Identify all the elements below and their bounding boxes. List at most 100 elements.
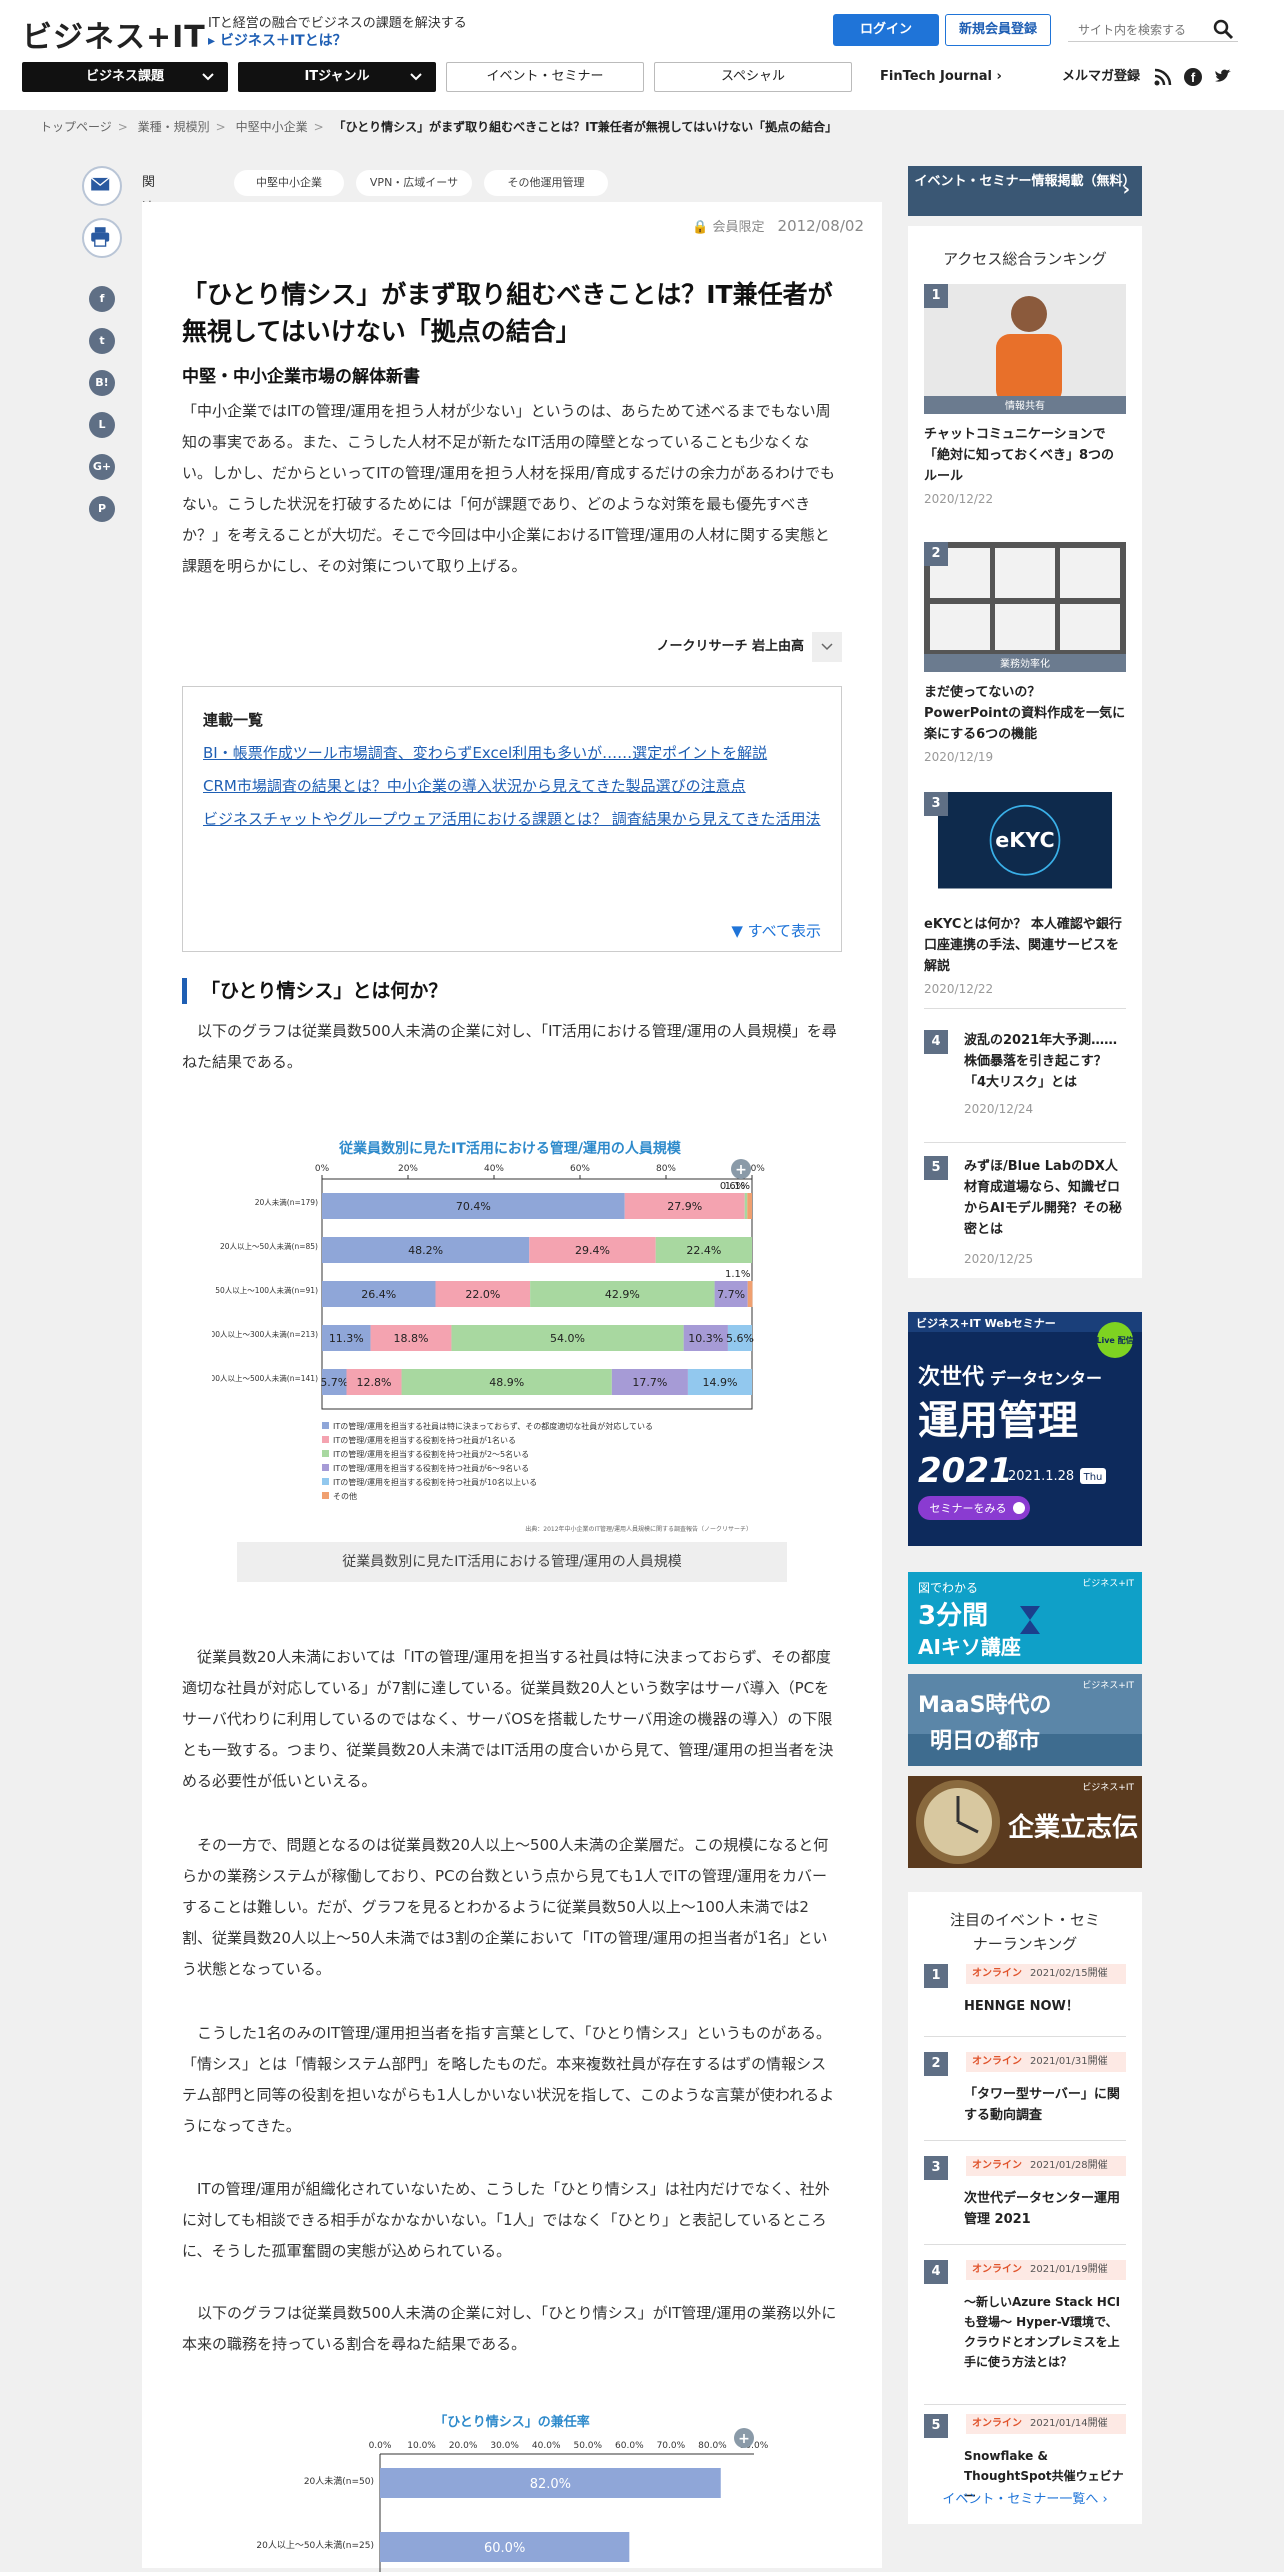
ranking-date: 2020/12/22 <box>924 492 994 506</box>
event-item[interactable]: 5 オンライン 2021/01/14開催 Snowflake & ThoughtS… <box>924 2414 1126 2503</box>
site-logo[interactable]: ビジネス+IT <box>22 12 206 56</box>
pocket-share-icon[interactable]: P <box>89 496 115 522</box>
legend-swatch <box>322 1436 329 1443</box>
login-button[interactable]: ログイン <box>833 14 939 46</box>
ranking-item[interactable]: eKYC 3 eKYCとは何か？ 本人確認や銀行口座連携の手法、関連サービスを解… <box>924 792 1126 1012</box>
zoom-icon-plus: + <box>738 2431 750 2447</box>
data-label: 1.1% <box>725 1269 750 1280</box>
article-body: 🔒 会員限定 2012/08/02 「ひとり情シス」がまず取り組むべきことは？I… <box>142 202 882 2572</box>
rank-number: 1 <box>924 1964 948 1988</box>
share-print-button[interactable] <box>82 218 122 258</box>
genre-tag[interactable]: その他運用管理 <box>484 170 608 196</box>
access-ranking: アクセス総合ランキング 情報共有 1 チャットコミュニケーションで「絶対に知って… <box>908 226 1142 1278</box>
breadcrumb-industry[interactable]: 業種・規模別 <box>138 120 210 134</box>
event-title: HENNGE NOW！ <box>964 1999 1079 2014</box>
ad-ai-brand: ビジネス+IT <box>1082 1578 1134 1589</box>
rank-number: 3 <box>924 792 948 816</box>
ranking-item[interactable]: 業務効率化 2 まだ使ってないの？ PowerPointの資料作成を一気に楽にす… <box>924 542 1126 764</box>
line-share-icon[interactable]: L <box>89 412 115 438</box>
data-label: 17.7% <box>632 1376 667 1389</box>
search-icon[interactable] <box>1212 18 1234 40</box>
rank-number: 5 <box>924 1156 948 1180</box>
nav-it-genre[interactable]: ITジャンル <box>238 62 436 92</box>
x-tick-label: 40% <box>484 1164 504 1174</box>
event-item[interactable]: 4 オンライン 2021/01/19開催 ～新しいAzure Stack HCIも… <box>924 2260 1126 2390</box>
chevron-down-icon <box>410 73 422 81</box>
printer-icon <box>91 227 110 247</box>
series-show-all[interactable]: ▼ すべて表示 <box>731 920 821 941</box>
googleplus-share-icon[interactable]: G+ <box>89 454 115 480</box>
x-tick-label: 60.0% <box>615 2441 644 2451</box>
author-toggle-button[interactable] <box>812 632 842 662</box>
legend-swatch <box>322 1422 329 1429</box>
ranking-title-text: まだ使ってないの？ PowerPointの資料作成を一気に楽にする6つの機能 <box>924 685 1126 742</box>
nav-fintech-journal[interactable]: FinTech Journal › <box>880 62 1002 92</box>
webinar-banner[interactable]: ビジネス+IT Webセミナー Live 配信 次世代 データセンター 運用管理… <box>908 1312 1142 1546</box>
nav-mailmag[interactable]: メルマガ登録 <box>1062 62 1140 92</box>
ranking-item[interactable]: 4 波乱の2021年大予測……株価暴落を引き起こす？「4大リスク」とは 2020… <box>924 1030 1126 1140</box>
paragraph: その一方で、問題となるのは従業員数20人以上～500人未満の企業層だ。この規模に… <box>182 1836 829 1978</box>
series-link[interactable]: BI・帳票作成ツール市場調査、変わらずExcel利用も多いが……選定ポイントを解… <box>203 738 821 768</box>
ranking-title-text: 波乱の2021年大予測……株価暴落を引き起こす？「4大リスク」とは <box>964 1033 1118 1090</box>
chart-title: 「ひとり情シス」の兼任率 <box>434 2414 590 2430</box>
ad-kigyo-brand: ビジネス+IT <box>1082 1782 1134 1793</box>
series-link[interactable]: CRM市場調査の結果とは？中小企業の導入状況から見えてきた製品選びの注意点 <box>203 771 821 801</box>
chart-title: 従業員数別に見たIT活用における管理/運用の人員規模 <box>338 1140 682 1157</box>
hatena-share-icon[interactable]: B! <box>89 370 115 396</box>
events-list-link[interactable]: イベント・セミナー一覧へ › <box>908 2488 1142 2507</box>
breadcrumb-top[interactable]: トップページ <box>40 120 112 134</box>
facebook-icon[interactable]: f <box>1184 68 1202 86</box>
about-link[interactable]: ▸ ビジネス＋ITとは？ <box>208 30 347 50</box>
breadcrumb-sme[interactable]: 中堅中小企業 <box>236 120 308 134</box>
ad-kigyo-rishiden[interactable]: 企業立志伝 ビジネス+IT <box>908 1776 1142 1868</box>
bar-segment <box>747 1281 753 1307</box>
rank-number: 4 <box>924 2260 948 2284</box>
data-label: 5.6% <box>726 1332 754 1345</box>
ranking-title-text: チャットコミュニケーションで「絶対に知っておくべき」8つのルール <box>924 427 1115 484</box>
ranking-item[interactable]: 5 みずほ/Blue LabのDX人材育成道場なら、知識ゼロからAIモデル開発？… <box>924 1156 1126 1276</box>
site-tagline: ITと経営の融合でビジネスの課題を解決する <box>208 16 467 31</box>
x-tick-label: 40.0% <box>532 2441 561 2451</box>
ad-ai-basics[interactable]: 図でわかる 3分間 AIキソ講座 ビジネス+IT <box>908 1572 1142 1664</box>
series-link[interactable]: ビジネスチャットやグループウェア活用における課題とは？ 調査結果から見えてきた活… <box>203 804 821 834</box>
data-label: 54.0% <box>550 1332 585 1345</box>
data-label: 48.2% <box>408 1244 443 1257</box>
x-tick-label: 30.0% <box>490 2441 519 2451</box>
rss-icon[interactable] <box>1154 68 1172 86</box>
ranking-item[interactable]: 情報共有 1 チャットコミュニケーションで「絶対に知っておくべき」8つのルール … <box>924 284 1126 506</box>
event-title: 次世代データセンター運用管理 2021 <box>964 2191 1121 2227</box>
twitter-icon[interactable] <box>1214 68 1232 86</box>
chart-source: 出典：2012年中小企業のIT管理/運用人員規模に関する調査報告（ノークリサーチ… <box>525 1525 752 1533</box>
webinar-day: Thu <box>1083 1472 1103 1483</box>
event-tag: オンライン 2021/01/31開催 <box>966 2052 1126 2072</box>
twitter-share-icon[interactable]: t <box>89 328 115 354</box>
event-listing-banner[interactable]: イベント・セミナー情報掲載（無料） › <box>908 166 1142 216</box>
ad-maas-art: MaaS時代の 明日の都市 ビジネス+IT <box>908 1680 1142 1766</box>
share-mail-button[interactable] <box>82 166 122 206</box>
ranking-date: 2020/12/19 <box>924 750 994 764</box>
data-label: 12.8% <box>357 1376 392 1389</box>
x-tick-label: 20% <box>398 1164 418 1174</box>
event-item[interactable]: 2 オンライン 2021/01/31開催 「タワー型サーバー」に関する動向調査 <box>924 2052 1126 2132</box>
breadcrumb: トップページ > 業種・規模別 > 中堅中小企業 > 「ひとり情シス」がまず取り組むべ… <box>40 120 838 134</box>
nav-business-issues[interactable]: ビジネス課題 <box>22 62 228 92</box>
x-tick-label: 80% <box>656 1164 676 1174</box>
genre-tag[interactable]: VPN・広域イーサ <box>356 170 472 196</box>
data-label: 48.9% <box>489 1376 524 1389</box>
ad-maas[interactable]: MaaS時代の 明日の都市 ビジネス+IT <box>908 1674 1142 1766</box>
facebook-share-icon[interactable]: f <box>89 286 115 312</box>
ranking-thumbnail: 業務効率化 <box>924 542 1126 672</box>
event-item[interactable]: 3 オンライン 2021/01/28開催 次世代データセンター運用管理 2021 <box>924 2156 1126 2236</box>
x-tick-label: 80.0% <box>698 2441 727 2451</box>
data-label: 5.7% <box>320 1376 348 1389</box>
legend-swatch <box>322 1492 329 1499</box>
ad-ai-a: 図でわかる <box>918 1581 978 1595</box>
event-item[interactable]: 1 オンライン 2021/02/15開催 HENNGE NOW！ <box>924 1964 1126 2034</box>
genre-tag[interactable]: 中堅中小企業 <box>234 170 344 196</box>
nav-events[interactable]: イベント・セミナー <box>446 62 644 92</box>
register-button[interactable]: 新規会員登録 <box>945 14 1051 46</box>
category-label: 300人以上～500人未満(n=141) <box>212 1373 318 1383</box>
data-label: 18.8% <box>394 1332 429 1345</box>
webinar-line1: 次世代 <box>918 1364 984 1390</box>
nav-special[interactable]: スペシャル <box>654 62 852 92</box>
